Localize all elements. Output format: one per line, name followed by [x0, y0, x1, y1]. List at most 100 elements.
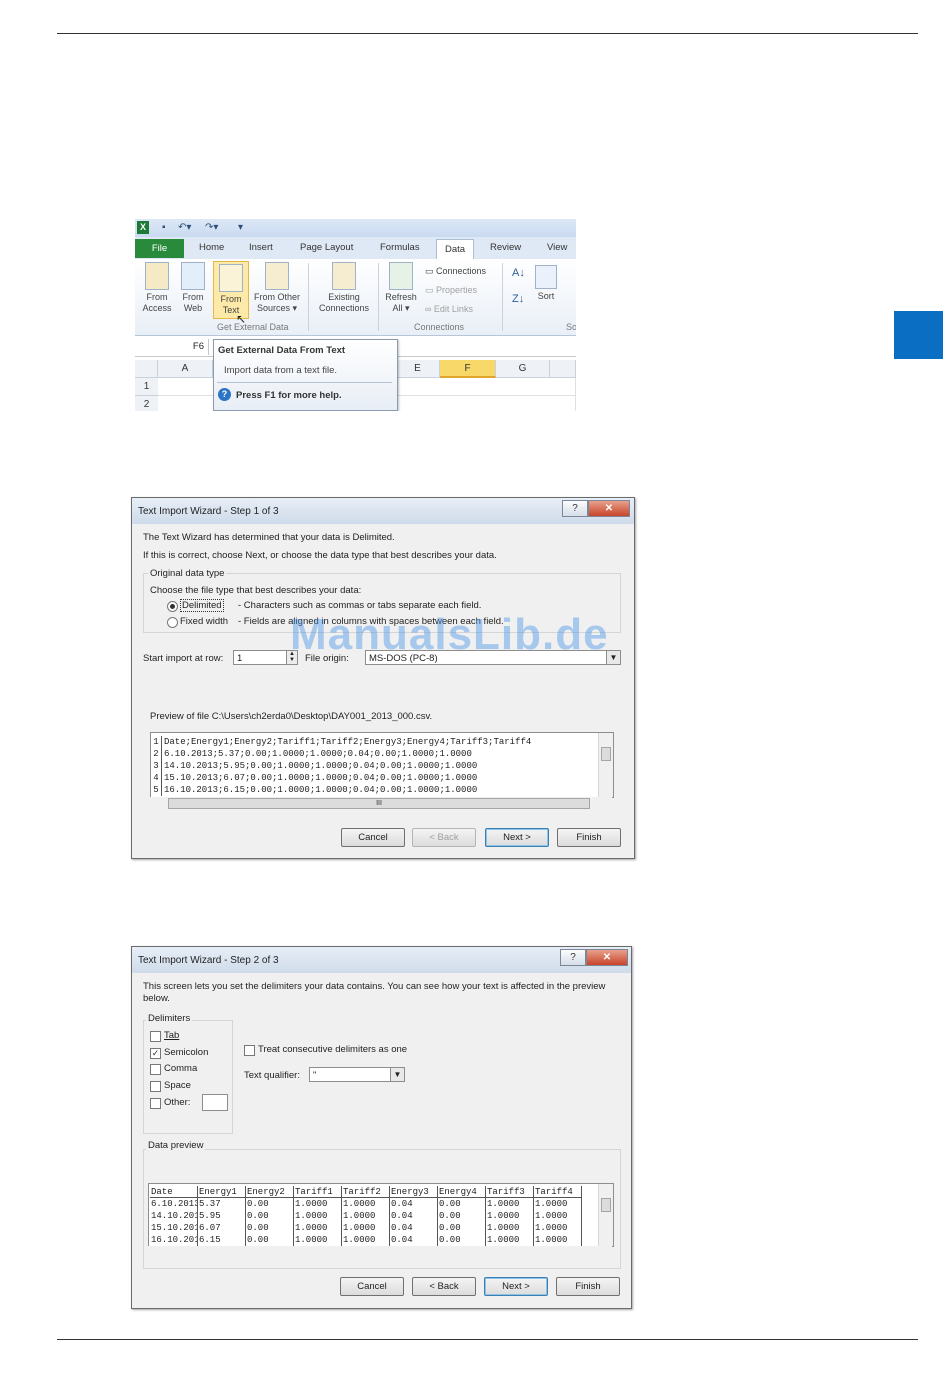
- preview-header-cell[interactable]: Energy1: [198, 1186, 246, 1198]
- tab-home[interactable]: Home: [199, 242, 224, 253]
- tab-page-layout[interactable]: Page Layout: [300, 242, 353, 253]
- consecutive-delimiters-label[interactable]: Treat consecutive delimiters as one: [258, 1044, 407, 1055]
- tab-data[interactable]: Data: [436, 239, 475, 260]
- chevron-down-icon[interactable]: ▼: [390, 1068, 404, 1081]
- comma-checkbox[interactable]: [150, 1064, 161, 1075]
- next-button[interactable]: Next >: [484, 1277, 548, 1296]
- semicolon-label[interactable]: Semicolon: [164, 1047, 208, 1058]
- row-header-2[interactable]: 2: [135, 396, 158, 411]
- preview-header-cell[interactable]: Tariff3: [486, 1186, 534, 1198]
- data-preview-grid[interactable]: Date6.10.201314.10.201315.10.201316.10.2…: [148, 1183, 614, 1247]
- finish-button[interactable]: Finish: [556, 1277, 620, 1296]
- group-label-sort-filter: So: [566, 322, 576, 332]
- space-label[interactable]: Space: [164, 1080, 191, 1091]
- sort-za-icon[interactable]: Z↓: [512, 293, 524, 305]
- name-box[interactable]: F6: [135, 339, 209, 355]
- preview-cell: 0.00: [246, 1198, 294, 1210]
- column-header-e[interactable]: E: [396, 360, 440, 378]
- scroll-thumb[interactable]: [601, 1198, 611, 1212]
- preview-header-cell[interactable]: Tariff2: [342, 1186, 390, 1198]
- customize-qat-icon[interactable]: ▾: [238, 222, 243, 234]
- cancel-button[interactable]: Cancel: [341, 828, 405, 847]
- tab-file[interactable]: File: [135, 239, 184, 258]
- tab-formulas[interactable]: Formulas: [380, 242, 420, 253]
- horizontal-scrollbar[interactable]: [148, 1246, 612, 1258]
- consecutive-delimiters-checkbox[interactable]: [244, 1045, 255, 1056]
- ribbon-tabs: File Home Insert Page Layout Formulas Da…: [135, 237, 576, 260]
- file-preview[interactable]: 1 Date;Energy1;Energy2;Tariff1;Tariff2;En…: [150, 732, 614, 798]
- group-label-get-external-data: Get External Data: [217, 322, 289, 332]
- horizontal-scrollbar[interactable]: III: [150, 797, 612, 809]
- tab-insert[interactable]: Insert: [249, 242, 273, 253]
- scroll-thumb[interactable]: [601, 747, 611, 761]
- column-header-a[interactable]: A: [158, 360, 213, 378]
- edit-links-item[interactable]: ∞ Edit Links: [425, 304, 473, 314]
- preview-header-cell[interactable]: Date: [150, 1186, 198, 1198]
- preview-cell: 15.10.2013: [150, 1222, 198, 1234]
- preview-cell: 6.10.2013: [151, 1198, 198, 1210]
- excel-logo-icon: X: [137, 221, 149, 234]
- choose-label: Choose the file type that best describes…: [150, 585, 362, 596]
- other-checkbox[interactable]: [150, 1098, 161, 1109]
- help-button[interactable]: ?: [562, 500, 588, 517]
- refresh-all-button[interactable]: Refresh All ▾: [382, 262, 420, 314]
- vertical-scrollbar[interactable]: [598, 1184, 613, 1246]
- preview-cell: 0.00: [246, 1210, 294, 1222]
- preview-row: 5 16.10.2013;6.15;0.00;1.0000;1.0000;0.04…: [151, 784, 477, 796]
- help-button[interactable]: ?: [560, 949, 586, 966]
- next-button[interactable]: Next >: [485, 828, 549, 847]
- connections-item[interactable]: ▭ Connections: [425, 266, 486, 277]
- other-label[interactable]: Other:: [164, 1097, 190, 1108]
- cancel-button[interactable]: Cancel: [340, 1277, 404, 1296]
- fixed-width-label[interactable]: Fixed width: [180, 616, 228, 627]
- preview-cell: 1.0000: [342, 1234, 390, 1246]
- column-header-f[interactable]: F: [440, 360, 496, 378]
- preview-header-cell[interactable]: Energy4: [438, 1186, 486, 1198]
- from-web-button[interactable]: From Web: [177, 262, 209, 314]
- back-button[interactable]: < Back: [412, 1277, 476, 1296]
- close-button[interactable]: ✕: [586, 949, 628, 966]
- intro-text-continued: below.: [143, 993, 170, 1004]
- from-text-button[interactable]: From Text: [213, 261, 249, 319]
- data-preview-label: Data preview: [146, 1140, 206, 1151]
- text-import-wizard-step1: Text Import Wizard - Step 1 of 3 ? ✕ The…: [131, 497, 635, 859]
- close-button[interactable]: ✕: [588, 500, 630, 517]
- tab-view[interactable]: View: [547, 242, 567, 253]
- column-header-h[interactable]: [550, 360, 576, 378]
- tab-review[interactable]: Review: [490, 242, 521, 253]
- preview-row: 1 Date;Energy1;Energy2;Tariff1;Tariff2;En…: [151, 736, 531, 748]
- scroll-thumb[interactable]: III: [168, 798, 590, 809]
- vertical-scrollbar[interactable]: [598, 733, 613, 797]
- preview-cell: 1.0000: [294, 1222, 342, 1234]
- from-other-sources-button[interactable]: From Other Sources ▾: [249, 262, 305, 314]
- preview-header-cell[interactable]: Tariff4: [534, 1186, 582, 1198]
- back-button[interactable]: < Back: [412, 828, 476, 847]
- tab-checkbox[interactable]: [150, 1031, 161, 1042]
- undo-icon[interactable]: ↶▾: [178, 222, 191, 234]
- fixed-width-radio[interactable]: [167, 617, 178, 628]
- other-delimiter-input[interactable]: [202, 1094, 228, 1111]
- preview-header-cell[interactable]: Tariff1: [294, 1186, 342, 1198]
- properties-item[interactable]: ▭ Properties: [425, 285, 477, 296]
- delimited-label[interactable]: Delimited: [180, 599, 224, 612]
- sort-az-icon[interactable]: A↓: [512, 267, 525, 279]
- sort-button[interactable]: Sort: [531, 265, 561, 302]
- semicolon-checkbox[interactable]: ✓: [150, 1048, 161, 1059]
- start-row-input[interactable]: 1 ▲ ▼: [233, 650, 298, 665]
- existing-connections-button[interactable]: Existing Connections: [313, 262, 375, 314]
- preview-header-cell[interactable]: Energy2: [246, 1186, 294, 1198]
- from-access-button[interactable]: From Access: [139, 262, 175, 314]
- row-header-1[interactable]: 1: [135, 378, 158, 396]
- tab-label[interactable]: Tab: [164, 1030, 179, 1041]
- save-icon[interactable]: ▪: [162, 222, 166, 234]
- comma-label[interactable]: Comma: [164, 1063, 197, 1074]
- delimited-radio[interactable]: [167, 601, 178, 612]
- text-qualifier-select[interactable]: " ▼: [309, 1067, 405, 1082]
- space-checkbox[interactable]: [150, 1081, 161, 1092]
- select-all-corner[interactable]: [135, 360, 158, 378]
- column-header-g[interactable]: G: [496, 360, 550, 378]
- group-label: Original data type: [148, 568, 227, 579]
- finish-button[interactable]: Finish: [557, 828, 621, 847]
- redo-icon[interactable]: ↷▾: [205, 222, 218, 234]
- preview-header-cell[interactable]: Energy3: [390, 1186, 438, 1198]
